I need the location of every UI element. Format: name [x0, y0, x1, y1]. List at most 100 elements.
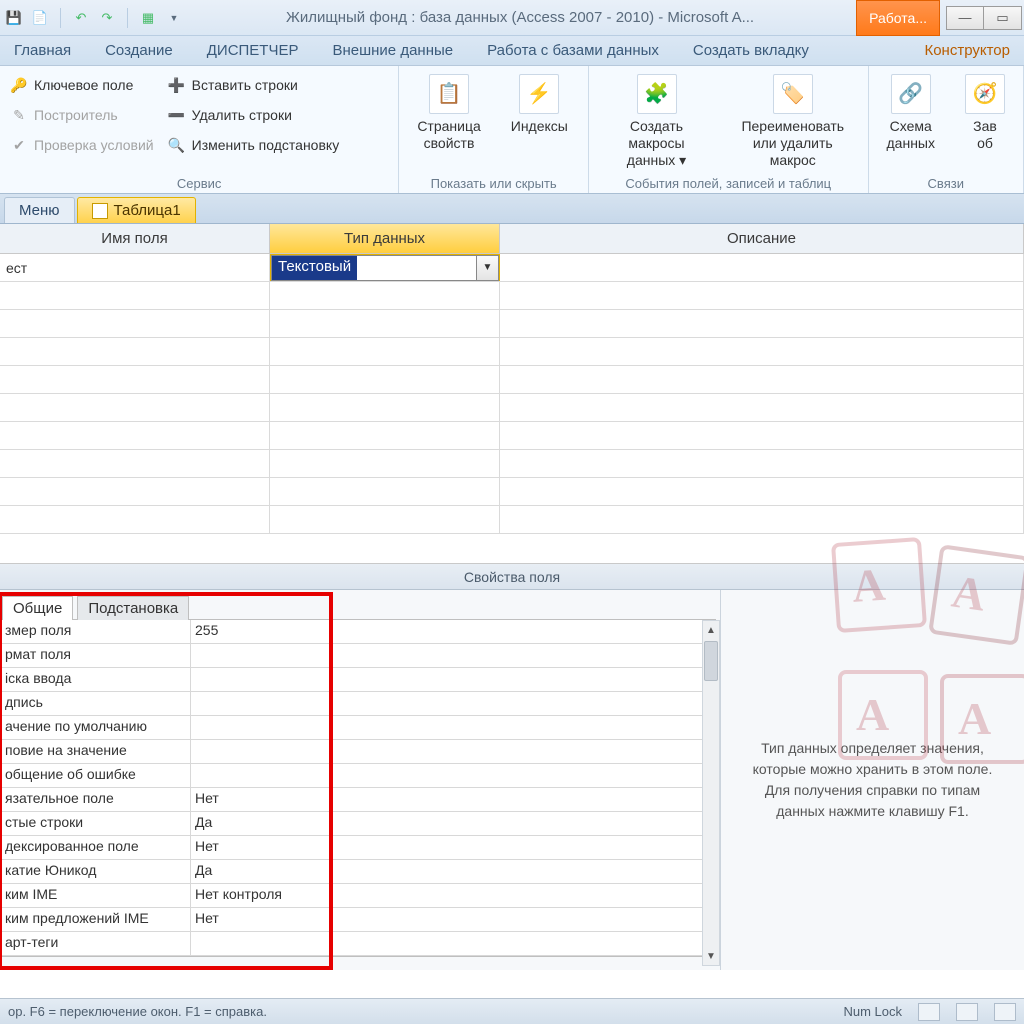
- dependencies-label-1: Зав: [973, 118, 997, 134]
- empty-row[interactable]: [0, 450, 1024, 478]
- property-value[interactable]: 255: [191, 620, 715, 643]
- scroll-down-icon[interactable]: ▼: [703, 947, 719, 965]
- insert-rows-button[interactable]: ➕ Вставить строки: [166, 72, 342, 98]
- property-value[interactable]: Нет: [191, 836, 715, 859]
- empty-row[interactable]: [0, 366, 1024, 394]
- relationships-button[interactable]: 🔗 Схемаданных: [877, 70, 945, 152]
- tab-dispatcher[interactable]: ДИСПЕТЧЕР: [197, 38, 309, 65]
- empty-row[interactable]: [0, 422, 1024, 450]
- property-value[interactable]: [191, 764, 715, 787]
- empty-row[interactable]: [0, 394, 1024, 422]
- property-value[interactable]: [191, 716, 715, 739]
- empty-row[interactable]: [0, 506, 1024, 534]
- property-row[interactable]: дексированное полеНет: [1, 836, 715, 860]
- property-row[interactable]: повие на значение: [1, 740, 715, 764]
- property-sheet-button[interactable]: 📋 Страницасвойств: [407, 70, 490, 152]
- view-design-button[interactable]: [956, 1003, 978, 1021]
- minimize-button[interactable]: —: [946, 6, 984, 30]
- status-bar: ор. F6 = переключение окон. F1 = справка…: [0, 998, 1024, 1024]
- field-name-cell[interactable]: ест: [0, 254, 270, 281]
- datasheet-icon[interactable]: ▦: [138, 8, 158, 28]
- property-row[interactable]: дпись: [1, 692, 715, 716]
- tab-home[interactable]: Главная: [4, 38, 81, 65]
- undo-icon[interactable]: ↶: [71, 8, 91, 28]
- copy-icon[interactable]: 📄: [30, 8, 50, 28]
- maximize-button[interactable]: ▭: [984, 6, 1022, 30]
- property-label: стые строки: [1, 812, 191, 835]
- empty-row[interactable]: [0, 338, 1024, 366]
- property-label: общение об ошибке: [1, 764, 191, 787]
- view-datasheet-button[interactable]: [918, 1003, 940, 1021]
- property-value[interactable]: Нет: [191, 908, 715, 931]
- property-value[interactable]: Да: [191, 860, 715, 883]
- scroll-up-icon[interactable]: ▲: [703, 621, 719, 639]
- view-other-button[interactable]: [994, 1003, 1016, 1021]
- redo-icon[interactable]: ↷: [97, 8, 117, 28]
- scroll-thumb[interactable]: [704, 641, 718, 681]
- property-row[interactable]: арт-теги: [1, 932, 715, 956]
- property-value[interactable]: Нет контроля: [191, 884, 715, 907]
- header-data-type[interactable]: Тип данных: [270, 224, 500, 253]
- property-value[interactable]: [191, 740, 715, 763]
- empty-row[interactable]: [0, 282, 1024, 310]
- property-row[interactable]: рмат поля: [1, 644, 715, 668]
- tab-create[interactable]: Создание: [95, 38, 183, 65]
- property-row[interactable]: іска ввода: [1, 668, 715, 692]
- property-value[interactable]: [191, 668, 715, 691]
- field-row[interactable]: ест Текстовый ▼: [0, 254, 1024, 282]
- chevron-down-icon[interactable]: ▼: [476, 256, 498, 280]
- relationships-label-2: данных: [887, 135, 935, 151]
- property-row[interactable]: змер поля255: [1, 620, 715, 644]
- header-field-name[interactable]: Имя поля: [0, 224, 270, 253]
- create-data-macros-button[interactable]: 🧩 Создать макросыданных ▾: [597, 70, 716, 168]
- indexes-button[interactable]: ⚡ Индексы: [501, 70, 578, 152]
- property-row[interactable]: катие ЮникодДа: [1, 860, 715, 884]
- tab-external-data[interactable]: Внешние данные: [322, 38, 463, 65]
- macro-rename-icon: 🏷️: [773, 74, 813, 114]
- empty-row[interactable]: [0, 478, 1024, 506]
- data-type-dropdown[interactable]: Текстовый ▼: [271, 255, 499, 281]
- object-dependencies-button[interactable]: 🧭 Завоб: [955, 70, 1015, 152]
- field-properties-panel: Общие Подстановка змер поля255рмат поляі…: [0, 590, 1024, 970]
- property-row[interactable]: ким предложений IMEНет: [1, 908, 715, 932]
- wand-icon: ✎: [10, 106, 28, 124]
- contextual-tab-chip[interactable]: Работа...: [856, 0, 940, 36]
- property-row[interactable]: язательное полеНет: [1, 788, 715, 812]
- doc-tab-menu[interactable]: Меню: [4, 197, 75, 223]
- table-icon: [92, 203, 108, 219]
- ribbon: 🔑 Ключевое поле ✎ Построитель ✔ Проверка…: [0, 66, 1024, 194]
- property-value[interactable]: [191, 932, 715, 955]
- tab-database-tools[interactable]: Работа с базами данных: [477, 38, 669, 65]
- primary-key-button[interactable]: 🔑 Ключевое поле: [8, 72, 156, 98]
- tab-create-tab[interactable]: Создать вкладку: [683, 38, 819, 65]
- tab-design-constructor[interactable]: Конструктор: [910, 38, 1024, 65]
- data-type-cell[interactable]: Текстовый ▼: [270, 254, 500, 281]
- delete-rows-button[interactable]: ➖ Удалить строки: [166, 102, 342, 128]
- tab-general[interactable]: Общие: [2, 596, 73, 620]
- property-row[interactable]: ачение по умолчанию: [1, 716, 715, 740]
- property-value[interactable]: Да: [191, 812, 715, 835]
- property-sheet-label-2: свойств: [424, 135, 475, 151]
- test-rules-button[interactable]: ✔ Проверка условий: [8, 132, 156, 158]
- tab-lookup[interactable]: Подстановка: [77, 596, 189, 620]
- property-row[interactable]: общение об ошибке: [1, 764, 715, 788]
- empty-row[interactable]: [0, 310, 1024, 338]
- builder-button[interactable]: ✎ Построитель: [8, 102, 156, 128]
- header-description[interactable]: Описание: [500, 224, 1024, 253]
- properties-scrollbar[interactable]: ▲ ▼: [702, 620, 720, 966]
- property-label: ачение по умолчанию: [1, 716, 191, 739]
- property-value[interactable]: Нет: [191, 788, 715, 811]
- property-label: арт-теги: [1, 932, 191, 955]
- doc-tab-table1[interactable]: Таблица1: [77, 197, 196, 223]
- property-value[interactable]: [191, 644, 715, 667]
- save-icon[interactable]: 💾: [4, 8, 24, 28]
- property-value[interactable]: [191, 692, 715, 715]
- numlock-indicator: Num Lock: [843, 1004, 902, 1019]
- modify-lookup-button[interactable]: 🔍 Изменить подстановку: [166, 132, 342, 158]
- customize-qat-icon[interactable]: ▼: [164, 8, 184, 28]
- rename-delete-macro-button[interactable]: 🏷️ Переименоватьили удалить макрос: [726, 70, 860, 168]
- property-row[interactable]: ким IMEНет контроля: [1, 884, 715, 908]
- description-cell[interactable]: [500, 254, 1024, 281]
- property-row[interactable]: стые строкиДа: [1, 812, 715, 836]
- insert-rows-label: Вставить строки: [192, 77, 298, 93]
